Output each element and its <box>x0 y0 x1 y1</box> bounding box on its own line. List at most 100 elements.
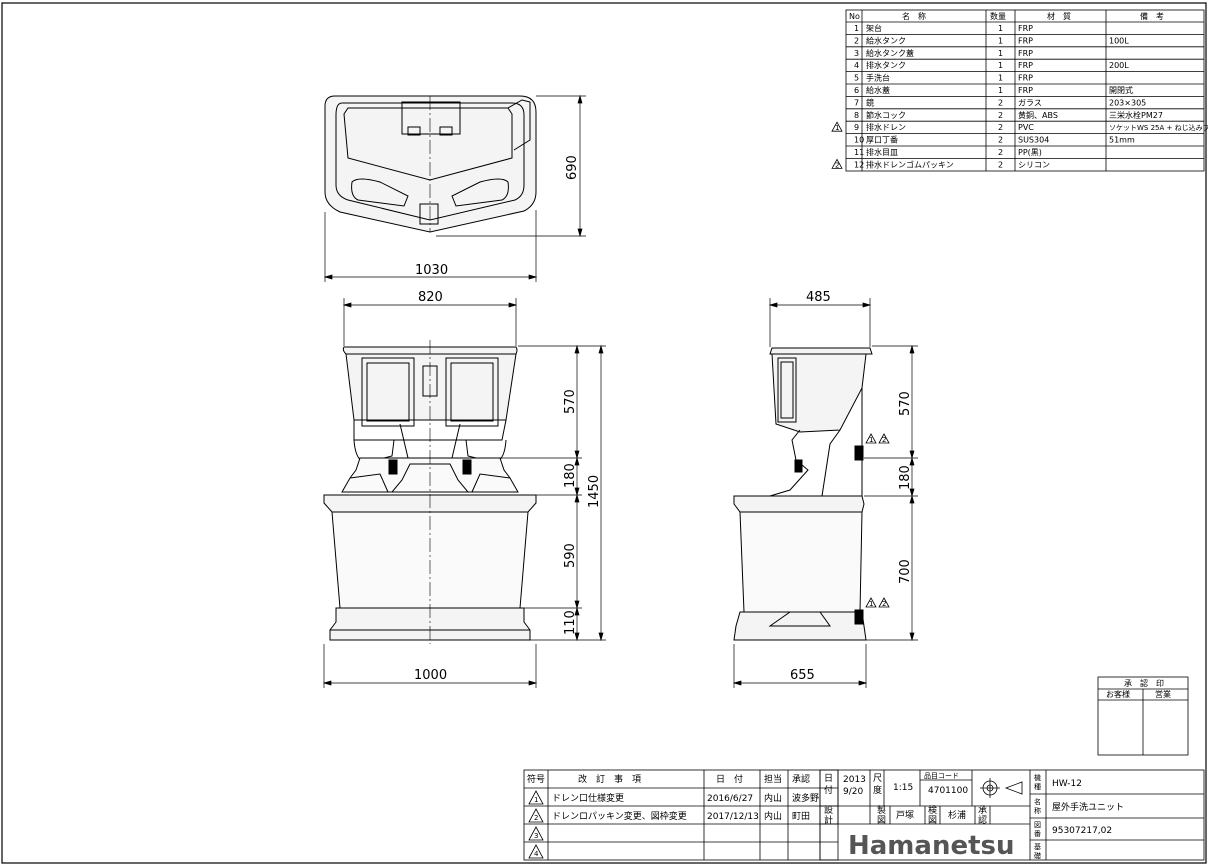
tb-drawing-no-label-2: 番 <box>1034 830 1041 838</box>
tb-check-label-1: 検 <box>928 804 937 816</box>
parts-row-2-note: 100L <box>1109 36 1129 45</box>
dim-side-base-depth: 655 <box>790 668 815 683</box>
parts-row-10-note: 51mm <box>1109 136 1135 145</box>
tb-drawing-no-label-1: 図 <box>1034 821 1041 829</box>
tb-drafter: 戸塚 <box>896 810 914 821</box>
parts-row-6-material: FRP <box>1018 86 1033 95</box>
rev-row-4-symbol: 4 <box>534 850 539 858</box>
tb-date-md: 9/20 <box>843 787 863 797</box>
parts-row-12-no: 12 <box>854 160 864 169</box>
parts-row-5-no: 5 <box>854 74 859 83</box>
tb-name-label-1: 名 <box>1034 797 1041 806</box>
parts-header-material: 材 質 <box>1047 11 1071 21</box>
tb-date-label-1: 日 <box>824 773 833 784</box>
approval-customer: お客様 <box>1106 689 1130 699</box>
parts-header-no: No <box>849 12 860 21</box>
parts-row-2-name: 給水タンク <box>866 35 906 45</box>
side-view <box>733 347 873 641</box>
tb-design-label-1: 設 <box>824 804 833 816</box>
parts-row-7-note: 203×305 <box>1109 98 1146 107</box>
tb-check-label-2: 図 <box>928 815 937 826</box>
parts-row-9-no: 9 <box>854 123 859 132</box>
technical-drawing: No 名 称 数量 材 質 備 考 1 架台 1 FRP 2 給水タンク 1 FRP 100L 3… <box>1 2 1208 864</box>
front-view <box>323 340 537 644</box>
dim-front-h-base: 110 <box>563 610 578 635</box>
parts-row-12-qty: 2 <box>998 160 1003 169</box>
parts-row-5-qty: 1 <box>998 74 1003 83</box>
dim-top-width: 1030 <box>415 263 448 278</box>
parts-row-11-no: 11 <box>854 148 864 157</box>
tb-checker: 杉浦 <box>948 809 966 821</box>
parts-row-8-qty: 2 <box>998 111 1003 120</box>
tb-name-label-2: 称 <box>1034 806 1041 815</box>
parts-header-qty: 数量 <box>990 11 1006 21</box>
parts-row-3-material: FRP <box>1018 49 1033 58</box>
dim-side-h-upper: 570 <box>898 391 913 416</box>
parts-row-4-name: 排水タンク <box>866 60 906 70</box>
parts-row-3-name: 給水タンク蓋 <box>866 48 914 58</box>
tb-model-value: HW-12 <box>1052 779 1082 789</box>
parts-row-7-material: ガラス <box>1018 97 1042 107</box>
parts-row-7-no: 7 <box>854 98 859 107</box>
approval-sales: 営業 <box>1155 689 1171 699</box>
parts-row-12-material: シリコン <box>1018 160 1050 169</box>
rev-row-2-person: 内山 <box>764 810 782 822</box>
rev-header-approver: 承認 <box>792 773 810 785</box>
dim-front-h-basin: 180 <box>563 463 578 488</box>
tb-drawing-no-value: 95307217,02 <box>1052 826 1112 836</box>
parts-header-note: 備 考 <box>1140 11 1164 21</box>
parts-row-8-note: 三栄水栓PM27 <box>1109 110 1163 120</box>
rev-row-1-symbol: 1 <box>534 796 538 804</box>
tb-code-value: 4701100 <box>928 786 968 796</box>
tb-basis-label-1: 基 <box>1034 842 1041 851</box>
parts-row-1-name: 架台 <box>866 23 882 33</box>
tb-scale-value: 1:15 <box>893 783 913 793</box>
rev-mark-1-lower: 1 <box>869 600 873 608</box>
parts-row-12-rev: 2 <box>835 161 839 169</box>
rev-row-2-content: ドレンロパッキン変更、図枠変更 <box>552 810 687 822</box>
parts-row-4-note: 200L <box>1109 61 1129 70</box>
company-logo: Hamanetsu <box>848 831 1015 861</box>
dim-side-upper-depth: 485 <box>806 290 831 305</box>
dim-front-h-lower: 590 <box>563 543 578 568</box>
parts-row-8-name: 節水コック <box>866 110 906 120</box>
parts-row-12-name: 排水ドレンゴムパッキン <box>866 159 954 169</box>
revision-callout-upper: 1 2 <box>865 433 890 444</box>
rev-row-1-content: ドレン口仕様変更 <box>552 792 624 804</box>
parts-row-9-material: PVC <box>1018 123 1034 132</box>
dim-front-base-width: 1000 <box>414 668 447 683</box>
tb-draw-label-1: 製 <box>877 804 886 816</box>
rev-header-person: 担当 <box>764 773 782 785</box>
parts-row-2-material: FRP <box>1018 36 1033 45</box>
dim-front-h-upper: 570 <box>563 389 578 414</box>
dim-top-depth: 690 <box>565 155 580 180</box>
revision-callout-lower: 1 2 <box>865 597 890 608</box>
tb-approve-label-1: 承 <box>978 805 987 816</box>
rev-row-1-person: 内山 <box>764 792 782 804</box>
parts-row-7-name: 鏡 <box>866 97 874 107</box>
top-view <box>324 95 537 233</box>
parts-row-11-qty: 2 <box>998 148 1003 157</box>
parts-row-7-qty: 2 <box>998 98 1003 107</box>
tb-approve-label-2: 認 <box>978 814 987 826</box>
parts-row-4-no: 4 <box>854 61 859 70</box>
parts-row-2-qty: 1 <box>998 36 1003 45</box>
parts-header-name: 名 称 <box>902 11 926 21</box>
parts-row-9-name: 排水ドレン <box>866 122 906 132</box>
rev-mark-2-upper: 2 <box>882 436 886 444</box>
rev-row-2-symbol: 2 <box>534 814 538 822</box>
parts-row-6-name: 給水蓋 <box>866 85 890 95</box>
parts-row-9-rev: 1 <box>835 124 839 132</box>
parts-row-11-name: 排水目皿 <box>866 147 898 157</box>
tb-date-label-2: 付 <box>824 785 833 796</box>
approval-title: 承 認 印 <box>1124 678 1164 688</box>
tb-model-label-1: 機 <box>1034 773 1041 782</box>
tb-model-label-2: 種 <box>1034 783 1041 791</box>
parts-row-9-note: ソケットWS 25A + ねじ込みプラグ25A <box>1109 123 1208 132</box>
tb-scale-label-1: 尺 <box>873 773 882 784</box>
parts-row-11-material: PP(黒) <box>1018 148 1042 157</box>
parts-row-6-qty: 1 <box>998 86 1003 95</box>
rev-header-date: 日 付 <box>716 774 743 785</box>
parts-row-4-material: FRP <box>1018 61 1033 70</box>
rev-header-symbol: 符号 <box>527 773 545 785</box>
